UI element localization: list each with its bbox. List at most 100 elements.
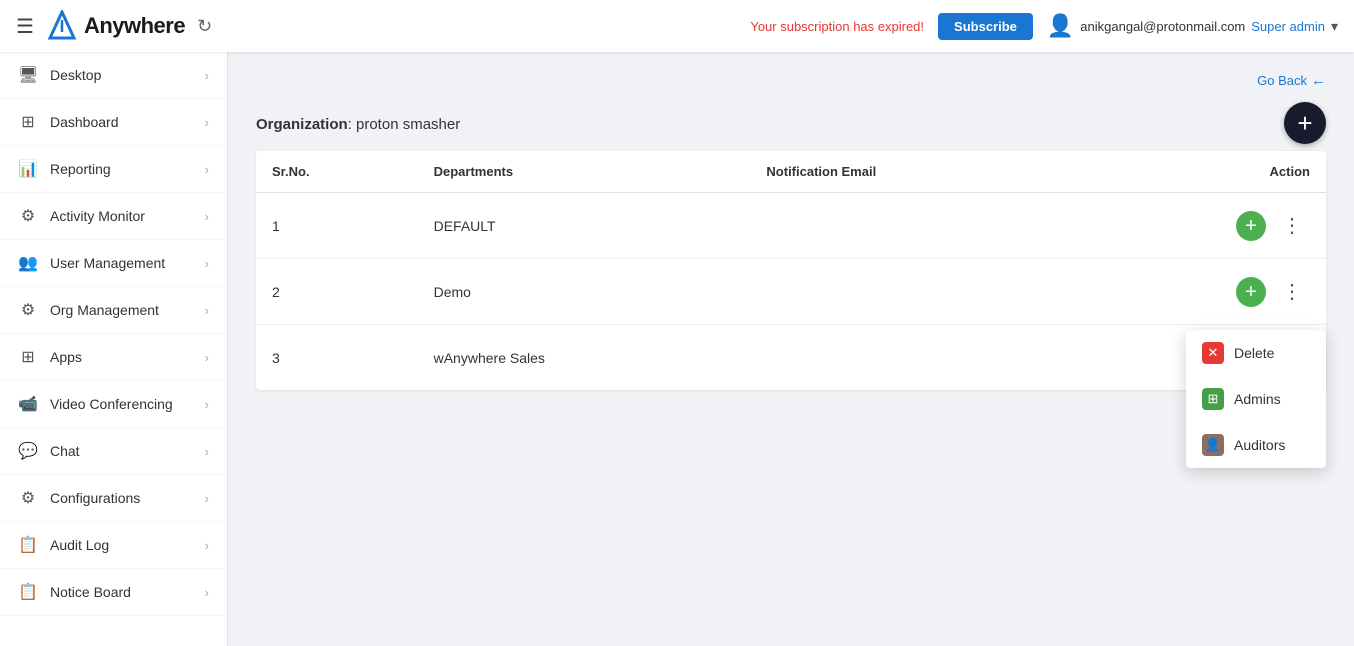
apps-icon: ⊞ bbox=[18, 347, 38, 367]
main-layout: 🖥 Desktop › ⊞ Dashboard › 📊 Reporting › … bbox=[0, 52, 1354, 646]
sidebar-item-reporting[interactable]: 📊 Reporting › bbox=[0, 146, 227, 193]
sidebar-label-activity-monitor: Activity Monitor bbox=[50, 208, 145, 224]
dropdown-item-admins[interactable]: ⊞ Admins bbox=[1186, 376, 1326, 422]
header-left: ☰ Anywhere ↻ bbox=[16, 10, 212, 42]
chevron-right-icon: › bbox=[205, 444, 209, 459]
chevron-right-icon: › bbox=[205, 397, 209, 412]
departments-table: Sr.No. Departments Notification Email Ac… bbox=[256, 151, 1326, 390]
add-department-button[interactable]: + bbox=[1284, 102, 1326, 144]
col-srno: Sr.No. bbox=[256, 151, 418, 193]
col-action: Action bbox=[1080, 151, 1326, 193]
chevron-right-icon: › bbox=[205, 350, 209, 365]
table-header: Sr.No. Departments Notification Email Ac… bbox=[256, 151, 1326, 193]
more-options-row-1-button[interactable]: ⋮ bbox=[1274, 209, 1310, 242]
table-row: 3 wAnywhere Sales + ⋮ bbox=[256, 325, 1326, 391]
sidebar-item-configurations[interactable]: ⚙ Configurations › bbox=[0, 475, 227, 522]
cell-srno-2: 2 bbox=[256, 259, 418, 325]
chat-icon: 💬 bbox=[18, 441, 38, 461]
add-to-row-2-button[interactable]: + bbox=[1236, 277, 1266, 307]
chevron-right-icon: › bbox=[205, 256, 209, 271]
subscription-warning: Your subscription has expired! bbox=[750, 19, 924, 34]
sidebar-label-configurations: Configurations bbox=[50, 490, 140, 506]
col-departments: Departments bbox=[418, 151, 751, 193]
cell-action-2: + ⋮ bbox=[1080, 259, 1326, 325]
cell-srno-1: 1 bbox=[256, 193, 418, 259]
sidebar-label-user-management: User Management bbox=[50, 255, 165, 271]
sidebar-item-apps[interactable]: ⊞ Apps › bbox=[0, 334, 227, 381]
org-title: Organization: proton smasher bbox=[256, 116, 1326, 133]
user-management-icon: 👥 bbox=[18, 253, 38, 273]
chevron-right-icon: › bbox=[205, 491, 209, 506]
user-info[interactable]: 👤 anikgangal@protonmail.com Super admin … bbox=[1047, 13, 1338, 39]
sidebar-item-video-conferencing[interactable]: 📹 Video Conferencing › bbox=[0, 381, 227, 428]
cell-srno-3: 3 bbox=[256, 325, 418, 391]
sidebar-label-desktop: Desktop bbox=[50, 67, 101, 83]
header-right: Your subscription has expired! Subscribe… bbox=[750, 13, 1338, 40]
sidebar-item-audit-log[interactable]: 📋 Audit Log › bbox=[0, 522, 227, 569]
subscribe-button[interactable]: Subscribe bbox=[938, 13, 1033, 40]
table-row: 1 DEFAULT + ⋮ bbox=[256, 193, 1326, 259]
sidebar-item-org-management[interactable]: ⚙ Org Management › bbox=[0, 287, 227, 334]
sidebar-item-user-management[interactable]: 👥 User Management › bbox=[0, 240, 227, 287]
cell-dept-3: wAnywhere Sales bbox=[418, 325, 751, 391]
cell-email-2 bbox=[750, 259, 1079, 325]
dropdown-label-auditors: Auditors bbox=[1234, 437, 1285, 453]
user-email: anikgangal@protonmail.com bbox=[1080, 19, 1245, 34]
sidebar-label-apps: Apps bbox=[50, 349, 82, 365]
refresh-icon[interactable]: ↻ bbox=[197, 16, 212, 37]
table-body: 1 DEFAULT + ⋮ 2 Demo bbox=[256, 193, 1326, 391]
configurations-icon: ⚙ bbox=[18, 488, 38, 508]
go-back-label: Go Back bbox=[1257, 73, 1307, 88]
chevron-right-icon: › bbox=[205, 303, 209, 318]
auditors-icon: 👤 bbox=[1202, 434, 1224, 456]
sidebar-label-reporting: Reporting bbox=[50, 161, 111, 177]
sidebar-item-notice-board[interactable]: 📋 Notice Board › bbox=[0, 569, 227, 616]
sidebar: 🖥 Desktop › ⊞ Dashboard › 📊 Reporting › … bbox=[0, 52, 228, 646]
cell-dept-2: Demo bbox=[418, 259, 751, 325]
user-avatar-icon: 👤 bbox=[1047, 13, 1074, 39]
sidebar-item-activity-monitor[interactable]: ⚙ Activity Monitor › bbox=[0, 193, 227, 240]
activity-monitor-icon: ⚙ bbox=[18, 206, 38, 226]
chevron-right-icon: › bbox=[205, 209, 209, 224]
go-back-arrow-icon: ← bbox=[1311, 72, 1326, 89]
sidebar-item-chat[interactable]: 💬 Chat › bbox=[0, 428, 227, 475]
departments-table-container: Sr.No. Departments Notification Email Ac… bbox=[256, 151, 1326, 390]
chevron-right-icon: › bbox=[205, 538, 209, 553]
cell-email-3 bbox=[750, 325, 1079, 391]
notice-board-icon: 📋 bbox=[18, 582, 38, 602]
dashboard-icon: ⊞ bbox=[18, 112, 38, 132]
sidebar-label-video-conferencing: Video Conferencing bbox=[50, 396, 173, 412]
org-label: Organization bbox=[256, 116, 348, 133]
reporting-icon: 📊 bbox=[18, 159, 38, 179]
sidebar-label-dashboard: Dashboard bbox=[50, 114, 119, 130]
header: ☰ Anywhere ↻ Your subscription has expir… bbox=[0, 0, 1354, 52]
sidebar-label-chat: Chat bbox=[50, 443, 80, 459]
sidebar-label-audit-log: Audit Log bbox=[50, 537, 109, 553]
sidebar-item-desktop[interactable]: 🖥 Desktop › bbox=[0, 52, 227, 99]
video-conferencing-icon: 📹 bbox=[18, 394, 38, 414]
hamburger-icon[interactable]: ☰ bbox=[16, 14, 34, 39]
logo-icon bbox=[46, 10, 78, 42]
col-notification-email: Notification Email bbox=[750, 151, 1079, 193]
cell-dept-1: DEFAULT bbox=[418, 193, 751, 259]
org-name: : proton smasher bbox=[348, 116, 461, 133]
audit-log-icon: 📋 bbox=[18, 535, 38, 555]
dropdown-item-auditors[interactable]: 👤 Auditors bbox=[1186, 422, 1326, 468]
table-row: 2 Demo + ⋮ bbox=[256, 259, 1326, 325]
chevron-right-icon: › bbox=[205, 115, 209, 130]
delete-icon: ✕ bbox=[1202, 342, 1224, 364]
dropdown-label-delete: Delete bbox=[1234, 345, 1274, 361]
desktop-icon: 🖥 bbox=[18, 65, 38, 85]
dropdown-label-admins: Admins bbox=[1234, 391, 1281, 407]
sidebar-label-org-management: Org Management bbox=[50, 302, 159, 318]
more-options-row-2-button[interactable]: ⋮ bbox=[1274, 275, 1310, 308]
add-to-row-1-button[interactable]: + bbox=[1236, 211, 1266, 241]
dropdown-item-delete[interactable]: ✕ Delete bbox=[1186, 330, 1326, 376]
user-dropdown-arrow-icon[interactable]: ▾ bbox=[1331, 18, 1338, 35]
main-content: Go Back ← Organization: proton smasher +… bbox=[228, 52, 1354, 646]
sidebar-label-notice-board: Notice Board bbox=[50, 584, 131, 600]
admins-icon: ⊞ bbox=[1202, 388, 1224, 410]
go-back-button[interactable]: Go Back ← bbox=[1257, 72, 1326, 89]
cell-email-1 bbox=[750, 193, 1079, 259]
sidebar-item-dashboard[interactable]: ⊞ Dashboard › bbox=[0, 99, 227, 146]
